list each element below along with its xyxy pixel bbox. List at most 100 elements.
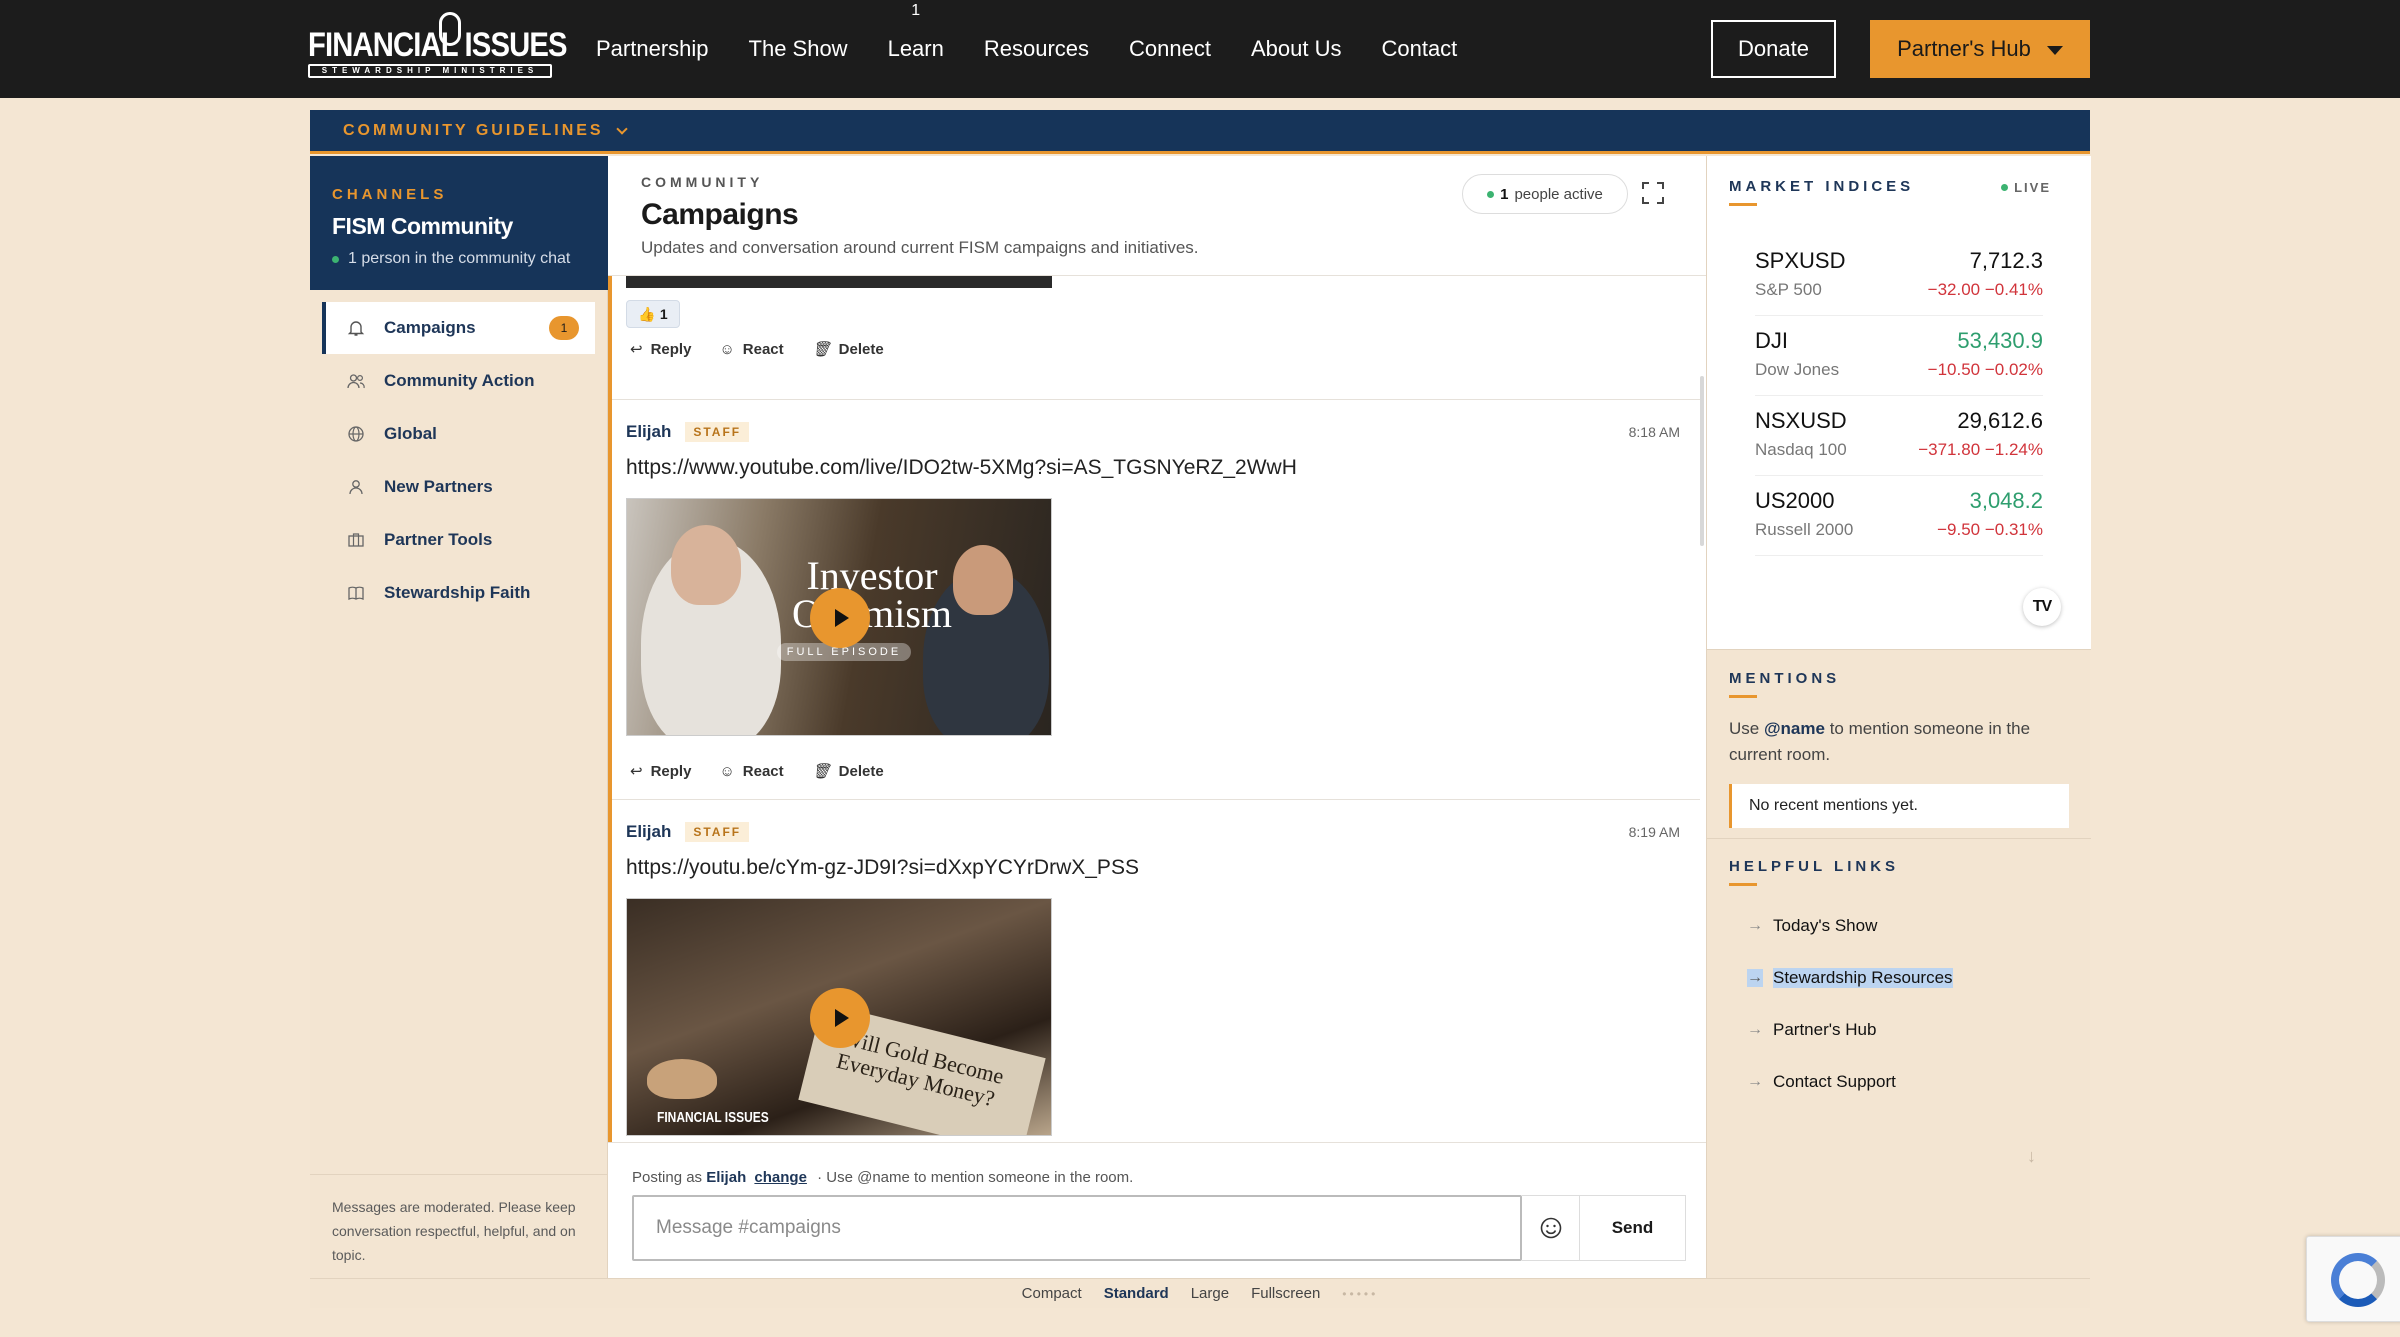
- community-guidelines-toggle[interactable]: COMMUNITY GUIDELINES: [310, 110, 2090, 154]
- channel-label: Campaigns: [384, 318, 476, 337]
- message-input[interactable]: [632, 1195, 1522, 1261]
- reply-button[interactable]: ↩ Reply: [630, 762, 692, 781]
- channel-label: Stewardship Faith: [384, 583, 531, 602]
- right-panel: MARKET INDICES LIVE SPXUSD S&P 500 7,712…: [1706, 156, 2091, 1278]
- channel-community-action[interactable]: Community Action: [322, 355, 595, 407]
- ticker-price: 29,612.6: [1957, 408, 2043, 433]
- ticker-row[interactable]: DJI Dow Jones 53,430.9 −10.50 −0.02%: [1755, 316, 2043, 396]
- section-divider: [1707, 838, 2091, 839]
- play-icon[interactable]: [810, 588, 870, 648]
- channel-label: Partner Tools: [384, 530, 493, 549]
- channel-new-partners[interactable]: New Partners: [322, 461, 595, 513]
- link-todays-show[interactable]: → Today's Show: [1729, 900, 2069, 952]
- react-label: React: [742, 340, 784, 358]
- arrow-down-icon[interactable]: ↓: [2027, 1146, 2036, 1167]
- financial-issues-logo[interactable]: FINANCIAL ISSUES STEWARDSHIP MINISTRIES: [308, 12, 568, 78]
- size-large[interactable]: Large: [1191, 1285, 1229, 1302]
- logo-sub-text: STEWARDSHIP MINISTRIES: [308, 64, 552, 78]
- channel-label: Global: [384, 424, 437, 443]
- arrow-right-icon: →: [1747, 1073, 1763, 1090]
- community-presence: 1 person in the community chat: [332, 250, 608, 268]
- channel-campaigns[interactable]: Campaigns 1: [322, 302, 595, 354]
- size-fullscreen[interactable]: Fullscreen: [1251, 1285, 1320, 1302]
- video-thumbnail[interactable]: [626, 276, 1052, 288]
- people-active-badge: 1 people active: [1462, 174, 1628, 214]
- mentions-text-name: @name: [1763, 719, 1825, 738]
- chat-header: COMMUNITY Campaigns Updates and conversa…: [608, 156, 1706, 276]
- smile-icon: ☺: [719, 762, 735, 780]
- link-label: Stewardship Resources: [1773, 968, 1953, 988]
- ticker-name: S&P 500: [1755, 280, 1822, 299]
- react-button[interactable]: ☺ React: [719, 762, 783, 780]
- nav-partnership[interactable]: Partnership: [596, 36, 709, 62]
- message-item: Elijah STAFF 8:19 AM https://youtu.be/cY…: [612, 800, 1700, 1142]
- change-user-link[interactable]: change: [754, 1169, 807, 1186]
- nav-contact[interactable]: Contact: [1381, 36, 1457, 62]
- fullscreen-expand-icon[interactable]: [1642, 182, 1664, 204]
- play-icon[interactable]: [810, 988, 870, 1048]
- arrow-right-icon: →: [1747, 969, 1763, 987]
- user-icon: [346, 477, 366, 497]
- nav-connect[interactable]: Connect: [1129, 36, 1211, 62]
- channel-title: Campaigns: [641, 198, 799, 231]
- top-navigation: FINANCIAL ISSUES STEWARDSHIP MINISTRIES …: [0, 0, 2400, 98]
- message-author[interactable]: Elijah STAFF: [626, 822, 750, 842]
- donate-button[interactable]: Donate: [1711, 20, 1836, 78]
- community-guidelines-label: COMMUNITY GUIDELINES: [343, 121, 604, 139]
- resize-handle-icon[interactable]: •••••: [1342, 1287, 1378, 1301]
- nav-about-us[interactable]: About Us: [1251, 36, 1342, 62]
- channel-stewardship-faith[interactable]: Stewardship Faith: [322, 567, 595, 619]
- delete-button[interactable]: 🗑 Delete: [811, 340, 884, 359]
- message-item: Elijah STAFF 8:18 AM https://www.youtube…: [612, 400, 1700, 800]
- video-thumbnail[interactable]: Investor Optimism FULL EPISODE: [626, 498, 1052, 736]
- channel-global[interactable]: Global: [322, 408, 595, 460]
- send-button[interactable]: Send: [1580, 1195, 1686, 1261]
- delete-label: Delete: [838, 340, 884, 358]
- recaptcha-badge[interactable]: [2306, 1236, 2400, 1322]
- partners-hub-button[interactable]: Partner's Hub: [1870, 20, 2090, 78]
- tradingview-logo-icon[interactable]: TV: [2023, 588, 2061, 626]
- mentions-text-pre: Use: [1729, 719, 1760, 738]
- reply-button[interactable]: ↩ Reply: [630, 340, 691, 359]
- ticker-row[interactable]: SPXUSD S&P 500 7,712.3 −32.00 −0.41%: [1755, 236, 2043, 316]
- message-author[interactable]: Elijah STAFF: [626, 422, 750, 442]
- ticker-symbol: US2000: [1755, 488, 1835, 513]
- reaction-chip[interactable]: 👍 1: [626, 300, 680, 328]
- video-thumbnail[interactable]: Will Gold Become Everyday Money? FINANCI…: [626, 898, 1052, 1136]
- link-partners-hub[interactable]: → Partner's Hub: [1729, 1004, 2069, 1056]
- ticker-row[interactable]: NSXUSD Nasdaq 100 29,612.6 −371.80 −1.24…: [1755, 396, 2043, 476]
- book-icon: [346, 583, 366, 603]
- message-scrollbar[interactable]: [1700, 376, 1704, 546]
- reply-icon: ↩: [630, 341, 643, 358]
- link-contact-support[interactable]: → Contact Support: [1729, 1056, 2069, 1108]
- size-compact[interactable]: Compact: [1022, 1285, 1082, 1302]
- nav-the-show[interactable]: The Show: [749, 36, 848, 62]
- message-text[interactable]: https://www.youtube.com/live/IDO2tw-5XMg…: [626, 456, 1297, 480]
- logo-main-text: FINANCIAL ISSUES: [308, 26, 568, 64]
- ticker-row[interactable]: US2000 Russell 2000 3,048.2 −9.50 −0.31%: [1755, 476, 2043, 556]
- community-title: FISM Community: [332, 213, 513, 239]
- ticker-change: −9.50 −0.31%: [1937, 520, 2043, 539]
- message-list[interactable]: 👍 1 ↩ Reply ☺ React 🗑 Delete Elijah STAFF 8…: [608, 276, 1700, 1142]
- chat-panel: COMMUNITY Campaigns Updates and conversa…: [608, 156, 1706, 1278]
- delete-button[interactable]: 🗑 Delete: [811, 762, 884, 781]
- ticker-name: Dow Jones: [1755, 360, 1840, 379]
- trash-icon: 🗑: [811, 341, 831, 358]
- mentions-help-text: Use @name to mention someone in the curr…: [1729, 716, 2069, 768]
- nav-resources[interactable]: Resources: [984, 36, 1089, 62]
- mention-hint: · Use @name to mention someone in the ro…: [817, 1169, 1134, 1186]
- trash-icon: 🗑: [811, 763, 831, 780]
- size-standard[interactable]: Standard: [1104, 1285, 1169, 1302]
- market-indices-widget: MARKET INDICES LIVE SPXUSD S&P 500 7,712…: [1707, 156, 2091, 650]
- emoji-button[interactable]: [1522, 1195, 1580, 1261]
- link-stewardship-resources[interactable]: → Stewardship Resources: [1729, 952, 2069, 1004]
- size-selector: Compact Standard Large Fullscreen •••••: [310, 1278, 2090, 1308]
- reply-label: Reply: [650, 762, 692, 780]
- message-text[interactable]: https://youtu.be/cYm-gz-JD9I?si=dXxpYCYr…: [626, 856, 1139, 880]
- nav-learn[interactable]: Learn 1: [888, 2, 944, 62]
- channel-partner-tools[interactable]: Partner Tools: [322, 514, 595, 566]
- author-name: Elijah: [626, 822, 672, 841]
- react-button[interactable]: ☺ React: [719, 340, 783, 358]
- channels-sidebar: CHANNELS FISM Community 1 person in the …: [310, 156, 608, 1278]
- chevron-down-icon: [615, 122, 628, 135]
